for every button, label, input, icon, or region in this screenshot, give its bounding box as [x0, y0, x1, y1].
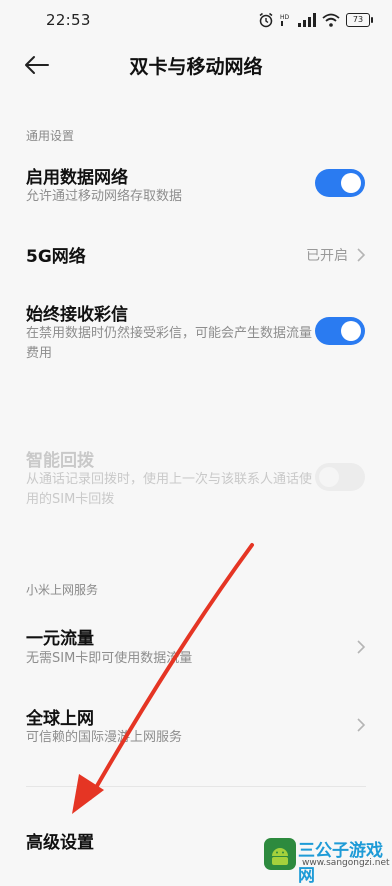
chevron-right-icon [357, 640, 366, 654]
wifi-icon [322, 13, 340, 27]
row-subtitle: 从通话记录回拨时，使用上一次与该联系人通话使用的SIM卡回拨 [26, 472, 313, 507]
section-label-xiaomi: 小米上网服务 [26, 583, 99, 597]
status-time: 22:53 [46, 11, 91, 29]
mms-toggle[interactable] [315, 317, 365, 345]
row-subtitle: 在禁用数据时仍然接受彩信，可能会产生数据流量费用 [26, 326, 313, 361]
android-logo-icon [264, 838, 296, 870]
row-value: 已开启 [306, 248, 348, 264]
row-mms[interactable]: 始终接收彩信 在禁用数据时仍然接受彩信，可能会产生数据流量费用 [0, 298, 392, 368]
watermark-url: www.sangongzi.net [302, 858, 390, 868]
row-title: 5G网络 [26, 247, 86, 267]
toggle-knob [341, 173, 361, 193]
toggle-knob [319, 467, 339, 487]
row-5g-network[interactable]: 5G网络 已开启 [0, 236, 392, 272]
header: 双卡与移动网络 [0, 40, 392, 90]
row-mobile-data[interactable]: 启用数据网络 允许通过移动网络存取数据 [0, 158, 392, 214]
alarm-icon [259, 12, 273, 28]
row-title: 全球上网 [26, 709, 94, 729]
row-title: 始终接收彩信 [26, 305, 128, 325]
toggle-knob [341, 321, 361, 341]
row-subtitle: 允许通过移动网络存取数据 [26, 189, 183, 204]
row-subtitle: 可信赖的国际漫游上网服务 [26, 730, 183, 745]
section-label-general: 通用设置 [26, 129, 75, 143]
row-title: 智能回拨 [26, 451, 94, 471]
status-icons: HD 73 [258, 12, 373, 28]
page-title: 双卡与移动网络 [129, 56, 263, 78]
chevron-right-icon [357, 718, 366, 732]
row-subtitle: 无需SIM卡即可使用数据流量 [26, 651, 193, 666]
row-title: 高级设置 [26, 833, 94, 853]
smart-redial-toggle [315, 463, 365, 491]
divider [26, 786, 366, 787]
row-title: 一元流量 [26, 629, 94, 649]
svg-text:HD: HD [280, 14, 290, 21]
row-one-yuan-data[interactable]: 一元流量 无需SIM卡即可使用数据流量 [0, 622, 392, 672]
row-global-roaming[interactable]: 全球上网 可信赖的国际漫游上网服务 [0, 702, 392, 752]
battery-icon: 73 [346, 13, 373, 27]
row-smart-redial: 智能回拨 从通话记录回拨时，使用上一次与该联系人通话使用的SIM卡回拨 [0, 444, 392, 514]
mobile-data-toggle[interactable] [315, 169, 365, 197]
chevron-right-icon [357, 248, 366, 262]
status-bar: 22:53 HD 73 [0, 0, 392, 40]
signal-icon [298, 13, 316, 27]
row-title: 启用数据网络 [26, 168, 128, 188]
hd-icon: HD [280, 14, 290, 26]
watermark: 三公子游戏网 www.sangongzi.net [264, 834, 390, 886]
